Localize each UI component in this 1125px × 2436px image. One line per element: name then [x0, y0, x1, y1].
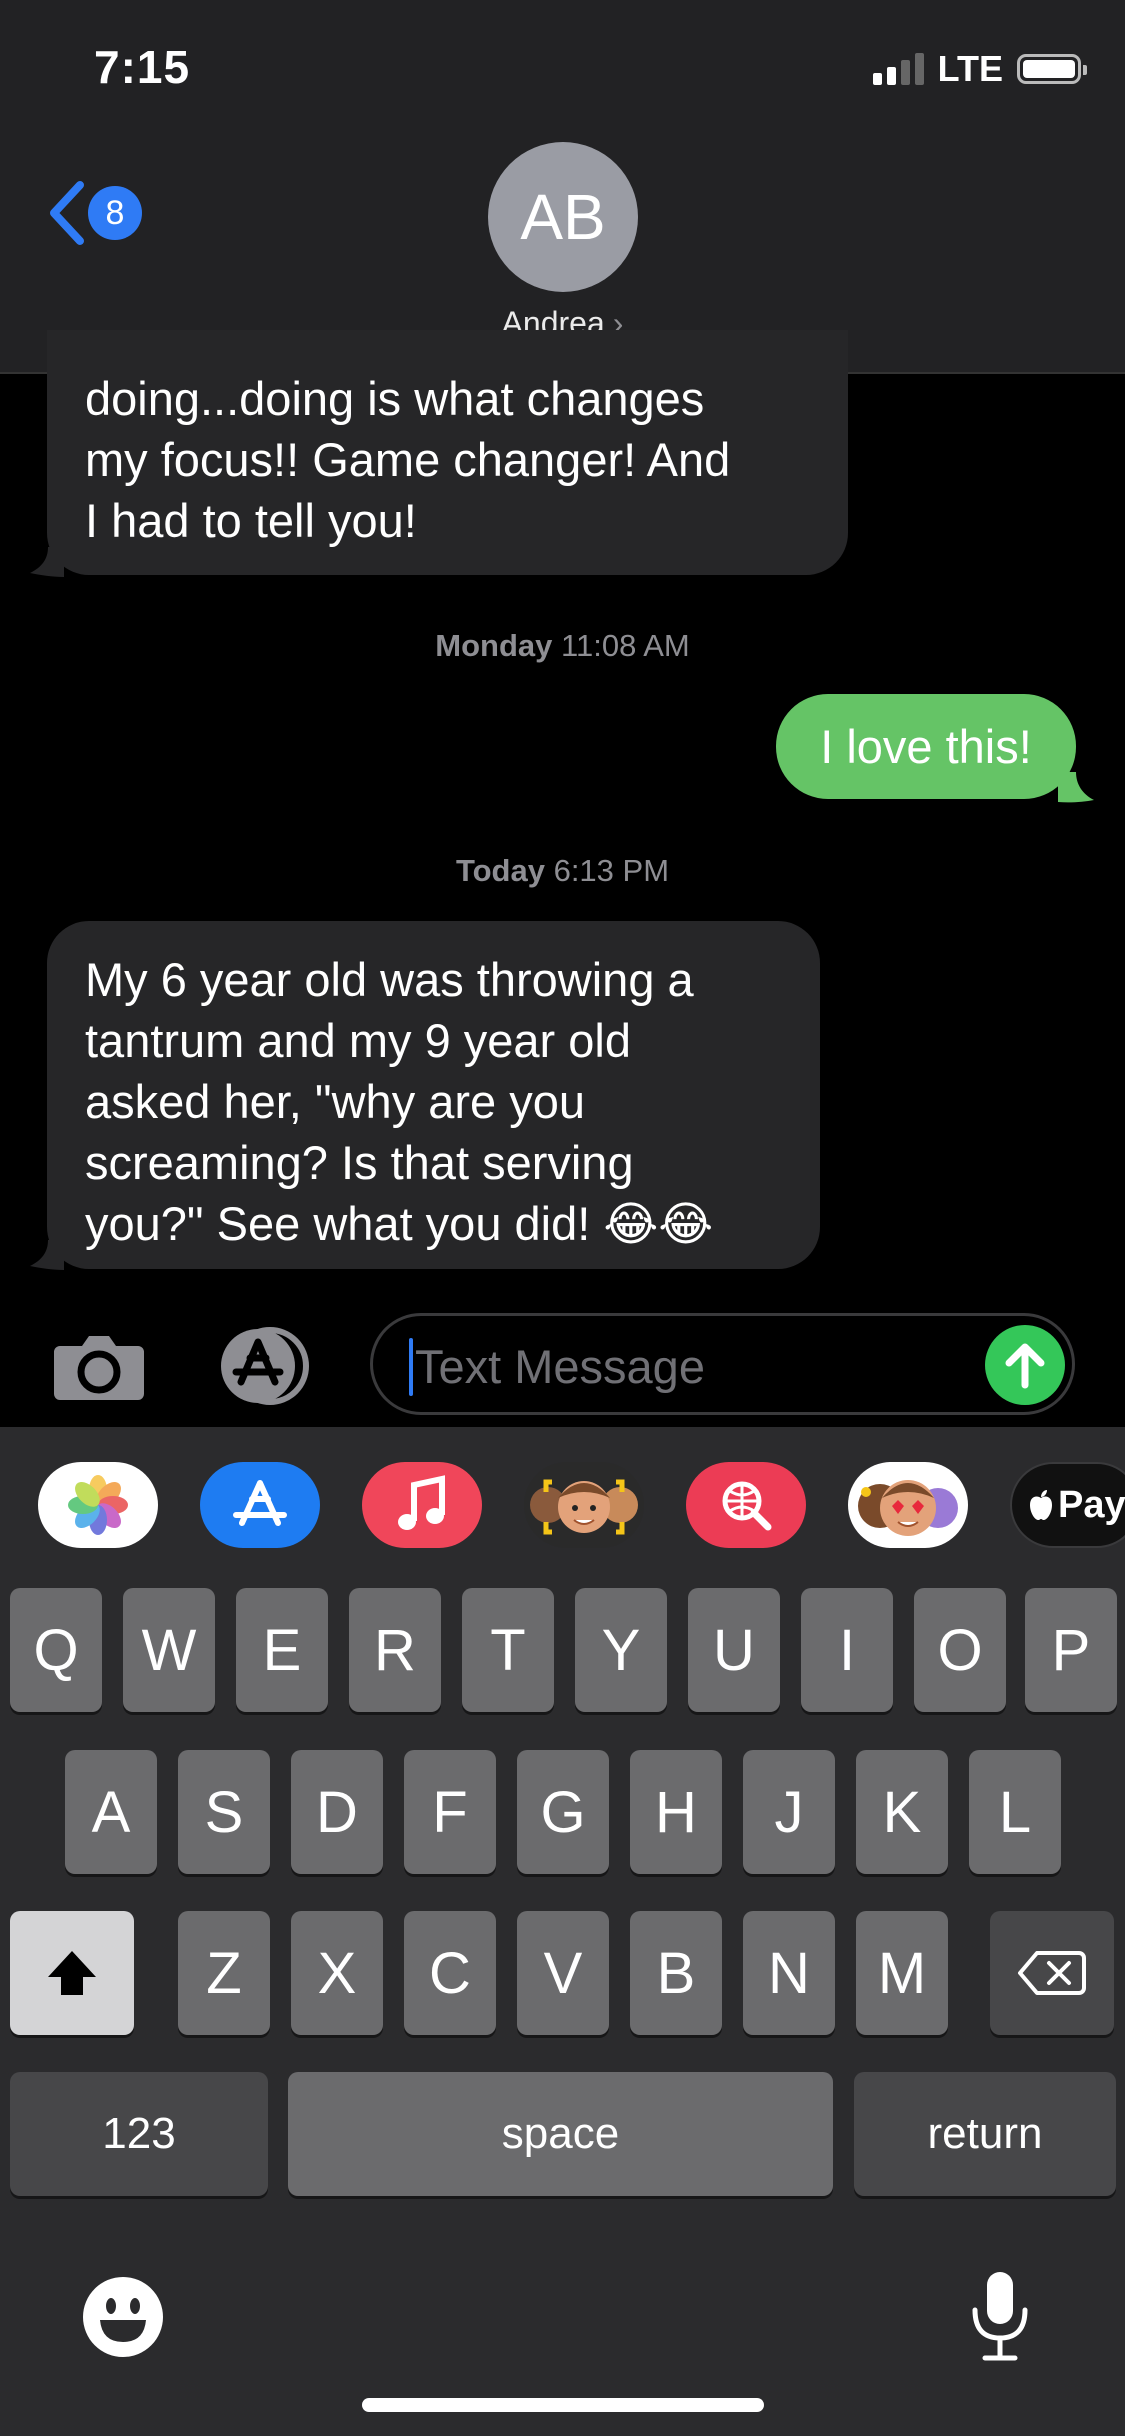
camera-button[interactable] [52, 1330, 146, 1407]
message-line: I had to tell you! [85, 494, 417, 547]
status-indicators: LTE [872, 48, 1087, 90]
memoji-camera-icon [530, 1479, 638, 1535]
outgoing-message-bubble[interactable]: I love this! [776, 694, 1076, 799]
keyboard: Pay Q W E R T Y U I O P A S D F G H J K … [0, 1427, 1125, 2436]
shift-icon [48, 1951, 96, 1995]
music-app-button[interactable] [362, 1462, 482, 1548]
bubble-tail-icon [30, 547, 64, 577]
numbers-key[interactable]: 123 [10, 2072, 268, 2196]
delete-key[interactable] [990, 1911, 1114, 2035]
key-y[interactable]: Y [575, 1588, 667, 1712]
key-z[interactable]: Z [178, 1911, 270, 2035]
message-line: doing...doing is what changes [85, 372, 705, 425]
home-indicator[interactable] [362, 2398, 764, 2412]
back-button[interactable]: 8 [46, 180, 142, 246]
key-l[interactable]: L [969, 1750, 1061, 1874]
message-line: you?" See what you did! 😂😂 [85, 1197, 714, 1250]
status-time: 7:15 [94, 41, 191, 93]
text-caret [409, 1338, 413, 1396]
apple-logo-icon [1030, 1490, 1052, 1520]
app-store-icon [233, 1480, 287, 1526]
key-f[interactable]: F [404, 1750, 496, 1874]
backspace-icon [1018, 1951, 1086, 1995]
key-g[interactable]: G [517, 1750, 609, 1874]
message-line: my focus!! Game changer! And [85, 433, 731, 486]
message-line: screaming? Is that serving [85, 1136, 634, 1189]
emoji-button[interactable] [82, 2276, 164, 2363]
imessage-app-strip: Pay [0, 1462, 1125, 1584]
bubble-tail-icon [30, 1240, 64, 1270]
camera-icon [54, 1336, 144, 1400]
key-i[interactable]: I [801, 1588, 893, 1712]
app-store-icon [221, 1327, 309, 1405]
dictation-button[interactable] [969, 2270, 1031, 2367]
app-store-apps-button[interactable] [208, 1326, 318, 1411]
battery-icon [1017, 54, 1087, 84]
apple-pay-label: Pay [1058, 1483, 1125, 1526]
message-text: I love this! [820, 720, 1032, 773]
key-k[interactable]: K [856, 1750, 948, 1874]
message-line: tantrum and my 9 year old [85, 1014, 631, 1067]
incoming-message-bubble[interactable]: doing...doing is what changes my focus!!… [47, 330, 848, 575]
web-search-app-button[interactable] [686, 1462, 806, 1548]
key-e[interactable]: E [236, 1588, 328, 1712]
incoming-message-bubble[interactable]: My 6 year old was throwing a tantrum and… [47, 921, 820, 1269]
key-x[interactable]: X [291, 1911, 383, 2035]
message-line: My 6 year old was throwing a [85, 953, 694, 1006]
key-v[interactable]: V [517, 1911, 609, 2035]
conversation-header: 7:15 LTE 8 AB Andrea › [0, 0, 1125, 374]
key-s[interactable]: S [178, 1750, 270, 1874]
memoji-camera-app-button[interactable] [524, 1462, 644, 1548]
key-o[interactable]: O [914, 1588, 1006, 1712]
return-key[interactable]: return [854, 2072, 1116, 2196]
web-search-icon [722, 1481, 772, 1531]
key-n[interactable]: N [743, 1911, 835, 2035]
memoji-stickers-app-button[interactable] [848, 1462, 968, 1548]
timestamp: Monday 11:08 AM [435, 628, 690, 663]
key-p[interactable]: P [1025, 1588, 1117, 1712]
message-line: asked her, "why are you [85, 1075, 586, 1128]
key-q[interactable]: Q [10, 1588, 102, 1712]
key-h[interactable]: H [630, 1750, 722, 1874]
shift-key[interactable] [10, 1911, 134, 2035]
key-c[interactable]: C [404, 1911, 496, 2035]
key-m[interactable]: M [856, 1911, 948, 2035]
photos-app-button[interactable] [38, 1462, 158, 1548]
key-a[interactable]: A [65, 1750, 157, 1874]
photos-icon [68, 1475, 128, 1535]
unread-count-badge: 8 [88, 186, 142, 240]
emoji-icon [83, 2277, 163, 2357]
signal-icon [872, 53, 924, 85]
key-r[interactable]: R [349, 1588, 441, 1712]
key-b[interactable]: B [630, 1911, 722, 2035]
apple-pay-app-button[interactable]: Pay [1010, 1462, 1125, 1548]
arrow-up-icon [1005, 1343, 1045, 1389]
key-u[interactable]: U [688, 1588, 780, 1712]
app-store-app-button[interactable] [200, 1462, 320, 1548]
timestamp: Today 6:13 PM [455, 853, 670, 888]
message-input-placeholder: Text Message [415, 1340, 705, 1393]
key-w[interactable]: W [123, 1588, 215, 1712]
avatar[interactable]: AB [488, 142, 638, 292]
microphone-icon [972, 2272, 1028, 2361]
bubble-tail-icon [1058, 772, 1094, 803]
message-input[interactable]: Text Message [370, 1313, 1075, 1415]
key-t[interactable]: T [462, 1588, 554, 1712]
key-j[interactable]: J [743, 1750, 835, 1874]
send-button[interactable] [985, 1325, 1065, 1405]
music-icon [398, 1475, 445, 1530]
key-d[interactable]: D [291, 1750, 383, 1874]
space-key[interactable]: space [288, 2072, 833, 2196]
chevron-left-icon [50, 181, 84, 245]
memoji-stickers-icon [858, 1480, 958, 1536]
network-label: LTE [937, 48, 1003, 89]
